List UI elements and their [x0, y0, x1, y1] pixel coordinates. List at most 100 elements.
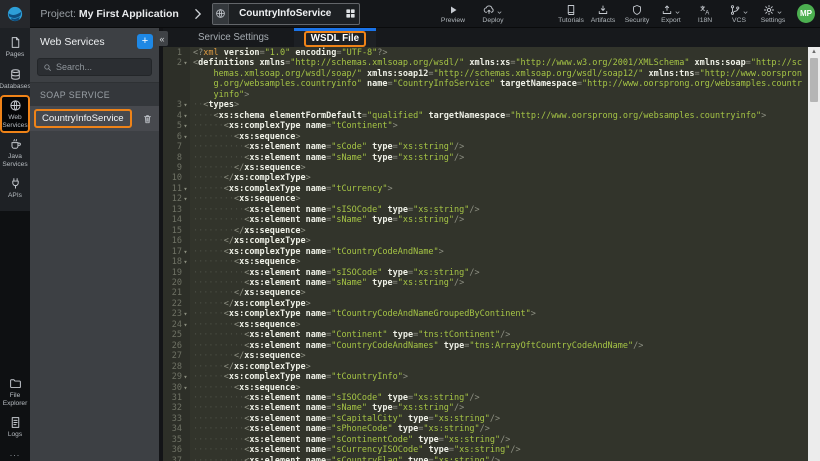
indent-whitespace: ········	[193, 320, 234, 330]
code-line[interactable]: ··········<xs:element name="sISOCode" ty…	[190, 393, 808, 403]
artifacts-button[interactable]: Artifacts	[587, 0, 619, 28]
fold-toggle-icon[interactable]: ▾	[182, 320, 189, 330]
code-line[interactable]: ······<xs:complexType name="tCurrency">	[190, 184, 808, 194]
fold-toggle-icon[interactable]: ▾	[182, 247, 189, 257]
code-line[interactable]: ······</xs:complexType>	[190, 362, 808, 372]
vertical-scrollbar[interactable]: ▲	[808, 47, 820, 461]
preview-button[interactable]: Preview	[437, 0, 469, 28]
delete-service-icon[interactable]	[142, 113, 153, 125]
code-line[interactable]: ··········<xs:element name="sISOCode" ty…	[190, 268, 808, 278]
code-line[interactable]: ······<xs:complexType name="tCountryCode…	[190, 247, 808, 257]
code-line[interactable]: ······<xs:complexType name="tContinent">	[190, 121, 808, 131]
vcs-dropdown-caret-icon[interactable]	[742, 9, 749, 16]
fold-toggle-icon[interactable]: ▾	[182, 194, 189, 204]
code-line[interactable]: ········<xs:sequence>	[190, 257, 808, 267]
code-line[interactable]: ········<xs:sequence>	[190, 383, 808, 393]
editor-row: 7··········<xs:element name="sCode" type…	[163, 142, 808, 152]
export-button[interactable]: Export	[655, 0, 687, 28]
code-line[interactable]: <definitions xmlns="http://schemas.xmlso…	[190, 58, 808, 100]
fold-toggle-icon[interactable]: ▾	[182, 383, 189, 393]
security-button[interactable]: Security	[621, 0, 653, 28]
sidebar-item-pages[interactable]: Pages	[0, 32, 30, 63]
panel-collapse-button[interactable]: «	[156, 31, 168, 46]
code-line[interactable]: ··········<xs:element name="sCapitalCity…	[190, 414, 808, 424]
fold-toggle-icon[interactable]: ▾	[182, 132, 189, 142]
indent-whitespace: ······	[193, 299, 224, 309]
code-line[interactable]: ··<types>	[190, 100, 808, 110]
deploy-button[interactable]: Deploy	[477, 0, 509, 28]
vcs-button[interactable]: VCS	[723, 0, 755, 28]
editor-row: 5▾······<xs:complexType name="tContinent…	[163, 121, 808, 131]
tutorials-button[interactable]: Tutorials	[555, 0, 587, 28]
tab-wsdl-file[interactable]: WSDL File	[294, 28, 376, 47]
code-line[interactable]: ··········<xs:element name="Continent" t…	[190, 330, 808, 340]
code-line[interactable]: ····<xs:schema elementFormDefault="quali…	[190, 111, 808, 121]
tab-service-settings[interactable]: Service Settings	[183, 28, 284, 47]
settings-dropdown-caret-icon[interactable]	[776, 9, 783, 16]
sidebar-item-logs[interactable]: Logs	[0, 412, 30, 443]
app-logo[interactable]	[0, 0, 30, 28]
export-dropdown-caret-icon[interactable]	[674, 9, 681, 16]
code-line[interactable]: ········</xs:sequence>	[190, 351, 808, 361]
search-input[interactable]	[56, 62, 146, 72]
code-line[interactable]: ······</xs:complexType>	[190, 299, 808, 309]
code-line[interactable]: ··········<xs:element name="sContinentCo…	[190, 435, 808, 445]
code-line[interactable]: ··········<xs:element name="sName" type=…	[190, 215, 808, 225]
code-line[interactable]: ··········<xs:element name="sName" type=…	[190, 153, 808, 163]
fold-toggle-icon[interactable]: ▾	[182, 309, 189, 319]
code-editor[interactable]: 1<?xml version="1.0" encoding="UTF-8"?> 2…	[163, 47, 808, 461]
code-line[interactable]: ········<xs:sequence>	[190, 194, 808, 204]
fold-toggle-icon[interactable]: ▾	[182, 184, 189, 194]
code-line[interactable]: <?xml version="1.0" encoding="UTF-8"?>	[190, 48, 808, 58]
code-line[interactable]: ··········<xs:element name="sPhoneCode" …	[190, 424, 808, 434]
indent-whitespace: ··········	[193, 215, 244, 225]
scrollbar-thumb[interactable]	[810, 58, 818, 102]
fold-toggle-icon[interactable]: ▾	[182, 100, 189, 110]
fold-toggle-icon[interactable]: ▾	[182, 58, 189, 68]
code-line[interactable]: ······</xs:complexType>	[190, 173, 808, 183]
settings-button[interactable]: Settings	[757, 0, 789, 28]
deploy-dropdown-caret-icon[interactable]	[496, 9, 503, 16]
grid-menu-icon[interactable]	[341, 4, 359, 24]
line-number-gutter: 35	[163, 435, 190, 445]
service-list-item[interactable]: CountryInfoService	[30, 106, 159, 131]
service-tab-countryinfoservice[interactable]: CountryInfoService	[212, 3, 360, 25]
line-number: 16	[172, 236, 182, 246]
sidebar-more-button[interactable]: ...	[0, 446, 30, 461]
user-avatar[interactable]: MP	[797, 4, 815, 23]
code-line[interactable]: ··········<xs:element name="sCountryFlag…	[190, 456, 808, 461]
code-line[interactable]: ········</xs:sequence>	[190, 288, 808, 298]
code-line[interactable]: ······</xs:complexType>	[190, 236, 808, 246]
sidebar-item-file-explorer[interactable]: File Explorer	[0, 373, 30, 411]
scroll-up-arrow[interactable]: ▲	[811, 47, 817, 57]
code-line[interactable]: ··········<xs:element name="sISOCode" ty…	[190, 205, 808, 215]
sidebar-item-apis[interactable]: APIs	[0, 173, 30, 204]
tab-label: Service Settings	[193, 32, 274, 44]
code-line[interactable]: ········</xs:sequence>	[190, 226, 808, 236]
service-item-label[interactable]: CountryInfoService	[34, 109, 132, 128]
code-line[interactable]: ··········<xs:element name="sCurrencyISO…	[190, 445, 808, 455]
editor-row: 24▾········<xs:sequence>	[163, 320, 808, 330]
indent-whitespace: ········	[193, 132, 234, 142]
fold-toggle-icon[interactable]: ▾	[182, 257, 189, 267]
code-line[interactable]: ··········<xs:element name="sCode" type=…	[190, 142, 808, 152]
add-service-button[interactable]: +	[137, 34, 153, 49]
indent-whitespace: ······	[193, 184, 224, 194]
code-line[interactable]: ······<xs:complexType name="tCountryInfo…	[190, 372, 808, 382]
sidebar-item-web-services[interactable]: Web Services	[0, 95, 30, 133]
fold-toggle-icon[interactable]: ▾	[182, 121, 189, 131]
fold-toggle-icon[interactable]: ▾	[182, 111, 189, 121]
fold-toggle-icon[interactable]: ▾	[182, 372, 189, 382]
code-line[interactable]: ········<xs:sequence>	[190, 320, 808, 330]
code-line[interactable]: ······<xs:complexType name="tCountryCode…	[190, 309, 808, 319]
code-line[interactable]: ··········<xs:element name="sName" type=…	[190, 278, 808, 288]
sidebar-item-databases[interactable]: Databases	[0, 64, 30, 95]
sidebar-item-java-services[interactable]: Java Services	[0, 134, 30, 172]
code-line[interactable]: ··········<xs:element name="sName" type=…	[190, 403, 808, 413]
code-line[interactable]: ········<xs:sequence>	[190, 132, 808, 142]
i18n-button[interactable]: AI18N	[689, 0, 721, 28]
code-line[interactable]: ··········<xs:element name="CountryCodeA…	[190, 341, 808, 351]
line-number-gutter: 1	[163, 48, 190, 58]
line-number: 23	[172, 309, 182, 319]
code-line[interactable]: ········</xs:sequence>	[190, 163, 808, 173]
